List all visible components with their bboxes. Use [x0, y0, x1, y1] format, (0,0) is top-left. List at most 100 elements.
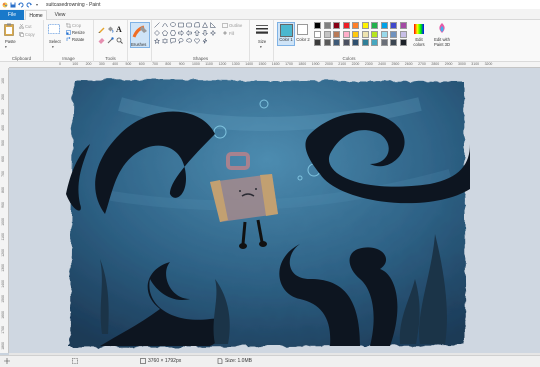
color-palette: [314, 22, 412, 48]
heart-shape-icon[interactable]: [194, 38, 200, 44]
polygon-shape-icon[interactable]: [194, 22, 200, 28]
save-icon[interactable]: [10, 2, 16, 8]
palette-swatch[interactable]: [323, 22, 331, 29]
size-icon[interactable]: [256, 24, 268, 38]
palette-swatch[interactable]: [399, 39, 407, 46]
edit-colors-label[interactable]: Edit colors: [412, 37, 426, 47]
down-arrow-shape-icon[interactable]: [201, 30, 209, 36]
line-shape-icon[interactable]: [154, 22, 160, 28]
tab-file[interactable]: File: [0, 10, 24, 20]
color1-button[interactable]: [277, 22, 295, 46]
edit-paint3d-label[interactable]: Edit with Paint 3D: [431, 37, 453, 47]
redo-icon[interactable]: [26, 2, 32, 8]
palette-swatch[interactable]: [390, 39, 397, 46]
palette-swatch[interactable]: [342, 39, 350, 46]
undo-icon[interactable]: [18, 2, 24, 8]
right-arrow-shape-icon[interactable]: [178, 29, 184, 37]
color1-label[interactable]: Color 1: [279, 37, 293, 42]
palette-swatch[interactable]: [371, 30, 378, 38]
paste-chevron-icon[interactable]: ▾: [5, 45, 7, 49]
customize-chevron-icon[interactable]: ▾: [34, 2, 40, 8]
cut-label[interactable]: Cut: [25, 24, 32, 29]
outline-icon[interactable]: [222, 23, 228, 30]
fill-bucket-icon[interactable]: [107, 26, 114, 35]
tab-home[interactable]: Home: [25, 10, 47, 20]
pentagon-shape-icon[interactable]: [162, 30, 168, 36]
palette-swatch[interactable]: [371, 39, 378, 46]
tab-view[interactable]: View: [50, 10, 70, 20]
pencil-icon[interactable]: [98, 26, 105, 35]
color2-swatch[interactable]: [297, 24, 308, 35]
palette-swatch[interactable]: [361, 39, 369, 46]
palette-swatch[interactable]: [333, 22, 340, 29]
palette-swatch[interactable]: [323, 39, 331, 46]
oval-callout-shape-icon[interactable]: [178, 38, 184, 44]
copy-label[interactable]: Copy: [25, 32, 35, 37]
triangle-shape-icon[interactable]: [202, 21, 208, 28]
palette-swatch[interactable]: [352, 22, 359, 29]
palette-swatch[interactable]: [314, 22, 321, 29]
resize-icon[interactable]: [66, 30, 71, 37]
select-icon[interactable]: [48, 24, 60, 36]
magnifier-icon[interactable]: [116, 37, 123, 46]
text-icon[interactable]: A: [116, 26, 122, 34]
five-point-star-shape-icon[interactable]: [153, 37, 161, 45]
palette-swatch[interactable]: [342, 30, 350, 38]
palette-swatch[interactable]: [342, 22, 350, 29]
edit-colors-icon[interactable]: [414, 24, 424, 36]
color2-label[interactable]: Color 2: [296, 37, 310, 42]
copy-icon[interactable]: [19, 32, 24, 39]
rectangle-shape-icon[interactable]: [178, 22, 184, 28]
curve-shape-icon[interactable]: [162, 22, 168, 28]
resize-label[interactable]: Resize: [72, 30, 85, 35]
outline-label[interactable]: Outline: [229, 23, 242, 28]
size-chevron-icon[interactable]: ▾: [260, 45, 262, 49]
crop-label[interactable]: Crop: [72, 23, 81, 28]
up-arrow-shape-icon[interactable]: [193, 30, 201, 36]
palette-swatch[interactable]: [399, 30, 407, 38]
six-point-star-shape-icon[interactable]: [162, 38, 168, 44]
palette-swatch[interactable]: [390, 22, 397, 29]
four-point-star-shape-icon[interactable]: [209, 29, 217, 37]
palette-swatch[interactable]: [380, 22, 388, 29]
hexagon-shape-icon[interactable]: [170, 30, 176, 36]
palette-swatch[interactable]: [352, 30, 359, 38]
palette-swatch[interactable]: [323, 30, 331, 38]
fill-label[interactable]: Fill: [229, 31, 234, 36]
paint3d-icon[interactable]: [437, 23, 447, 36]
palette-swatch[interactable]: [361, 22, 369, 29]
left-arrow-shape-icon[interactable]: [186, 29, 192, 37]
eraser-icon[interactable]: [98, 37, 105, 46]
size-label[interactable]: Size: [258, 39, 266, 44]
palette-swatch[interactable]: [314, 30, 321, 38]
paste-icon[interactable]: [4, 23, 14, 38]
palette-swatch[interactable]: [361, 30, 369, 38]
palette-swatch[interactable]: [390, 30, 397, 38]
palette-swatch[interactable]: [380, 30, 388, 38]
fill-icon[interactable]: [222, 31, 228, 38]
lightning-shape-icon[interactable]: [202, 37, 208, 44]
diamond-shape-icon[interactable]: [154, 30, 160, 36]
rounded-rectangle-shape-icon[interactable]: [186, 22, 192, 28]
palette-swatch[interactable]: [380, 39, 388, 46]
select-label[interactable]: Select: [49, 39, 61, 44]
cloud-callout-shape-icon[interactable]: [186, 38, 192, 44]
right-triangle-shape-icon[interactable]: [210, 21, 217, 28]
palette-swatch[interactable]: [352, 39, 359, 46]
rounded-callout-shape-icon[interactable]: [170, 38, 176, 45]
brushes-label[interactable]: Brushes: [131, 42, 146, 47]
oval-shape-icon[interactable]: [170, 22, 176, 28]
palette-swatch[interactable]: [333, 30, 340, 38]
paste-label[interactable]: Paste: [5, 39, 16, 44]
cut-icon[interactable]: [19, 23, 24, 31]
palette-swatch[interactable]: [333, 39, 340, 46]
select-chevron-icon[interactable]: ▾: [52, 45, 54, 49]
color-picker-icon[interactable]: [107, 37, 114, 46]
rotate-label[interactable]: Rotate: [72, 37, 84, 42]
palette-swatch[interactable]: [371, 22, 378, 29]
palette-swatch[interactable]: [399, 22, 407, 29]
crop-icon[interactable]: [66, 23, 71, 30]
palette-swatch[interactable]: [314, 39, 321, 46]
drawing-canvas[interactable]: [60, 74, 472, 351]
rotate-icon[interactable]: [66, 37, 71, 44]
